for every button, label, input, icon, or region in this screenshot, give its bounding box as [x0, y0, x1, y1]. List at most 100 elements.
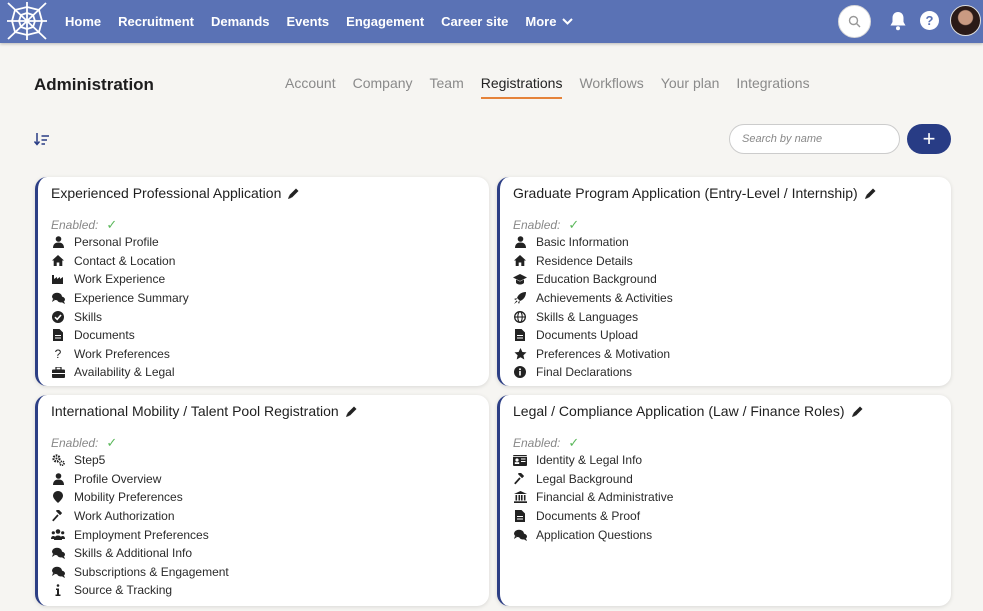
gavel-icon — [513, 472, 527, 486]
pencil-icon[interactable] — [851, 405, 864, 418]
file-icon — [513, 509, 527, 523]
globe-icon — [513, 310, 527, 324]
search-icon — [848, 15, 861, 28]
list-item: Achievements & Activities — [513, 289, 951, 308]
tab-company[interactable]: Company — [353, 75, 413, 99]
card-title: Experienced Professional Application — [51, 185, 489, 201]
home-icon — [513, 254, 527, 268]
file-icon — [513, 328, 527, 342]
list-item: Residence Details — [513, 252, 951, 271]
search-input[interactable] — [729, 124, 900, 154]
avatar[interactable] — [950, 5, 981, 36]
registration-card: Legal / Compliance Application (Law / Fi… — [497, 395, 951, 606]
list-item: Documents — [51, 326, 489, 345]
enabled-status: Enabled: ✓ — [513, 435, 580, 450]
card-title: Graduate Program Application (Entry-Leve… — [513, 185, 951, 201]
tab-registrations[interactable]: Registrations — [480, 75, 563, 99]
nav-home[interactable]: Home — [65, 14, 101, 29]
gavel-icon — [51, 509, 65, 523]
list-item: Documents & Proof — [513, 507, 951, 526]
info-circle-icon — [513, 365, 527, 379]
tab-account[interactable]: Account — [285, 75, 336, 99]
tab-integrations[interactable]: Integrations — [736, 75, 809, 99]
add-registration-button[interactable]: + — [907, 124, 951, 154]
user-icon — [51, 235, 65, 249]
comments-icon — [513, 528, 527, 542]
global-search-button[interactable] — [838, 5, 871, 38]
nav-recruitment[interactable]: Recruitment — [118, 14, 194, 29]
list-item: Work Authorization — [51, 507, 489, 526]
comments-icon — [51, 565, 65, 579]
comments-icon — [51, 546, 65, 560]
list-item: Employment Preferences — [51, 525, 489, 544]
list-item: Application Questions — [513, 525, 951, 544]
nav-events[interactable]: Events — [287, 14, 330, 29]
page-title: Administration — [34, 75, 154, 94]
list-item: Legal Background — [513, 470, 951, 489]
list-item: ? Work Preferences — [51, 345, 489, 364]
nav-career-site[interactable]: Career site — [441, 14, 508, 29]
check-circle-icon — [51, 310, 65, 324]
tab-your-plan[interactable]: Your plan — [661, 75, 720, 99]
list-item: Experience Summary — [51, 289, 489, 308]
top-navbar: Home Recruitment Demands Events Engageme… — [0, 0, 983, 43]
list-item: Preferences & Motivation — [513, 345, 951, 364]
list-item: Skills — [51, 307, 489, 326]
nav-more[interactable]: More — [525, 14, 574, 29]
bank-icon — [513, 490, 527, 504]
registration-card: International Mobility / Talent Pool Reg… — [35, 395, 489, 606]
sort-icon[interactable] — [34, 132, 50, 146]
map-marker-icon — [51, 490, 65, 504]
list-item: Contact & Location — [51, 252, 489, 271]
check-icon: ✓ — [106, 217, 118, 232]
help-icon[interactable]: ? — [920, 11, 939, 30]
briefcase-icon — [51, 365, 65, 379]
spiderweb-logo-icon[interactable] — [6, 1, 48, 41]
comments-icon — [51, 291, 65, 305]
list-item: Source & Tracking — [51, 581, 489, 600]
user-icon — [513, 235, 527, 249]
list-item: Final Declarations — [513, 363, 951, 382]
list-item: Financial & Administrative — [513, 488, 951, 507]
tab-workflows[interactable]: Workflows — [579, 75, 643, 99]
user-icon — [51, 472, 65, 486]
graduation-cap-icon — [513, 272, 527, 286]
list-item: Availability & Legal — [51, 363, 489, 382]
chevron-down-icon — [562, 18, 574, 25]
list-item: Basic Information — [513, 233, 951, 252]
list-item: Identity & Legal Info — [513, 451, 951, 470]
industry-icon — [51, 272, 65, 286]
bell-icon[interactable] — [889, 11, 907, 31]
card-title: International Mobility / Talent Pool Reg… — [51, 403, 489, 419]
pencil-icon[interactable] — [287, 187, 300, 200]
star-icon — [513, 347, 527, 361]
pencil-icon[interactable] — [864, 187, 877, 200]
list-item: Profile Overview — [51, 470, 489, 489]
admin-tabs: Account Company Team Registrations Workf… — [285, 75, 827, 99]
cogs-icon — [51, 453, 65, 467]
info-icon — [51, 583, 65, 597]
pencil-icon[interactable] — [345, 405, 358, 418]
list-item: Work Experience — [51, 270, 489, 289]
enabled-status: Enabled: ✓ — [513, 217, 580, 232]
users-icon — [51, 528, 65, 542]
tab-team[interactable]: Team — [430, 75, 464, 99]
list-item: Mobility Preferences — [51, 488, 489, 507]
home-icon — [51, 254, 65, 268]
registration-card: Graduate Program Application (Entry-Leve… — [497, 177, 951, 386]
nav-demands[interactable]: Demands — [211, 14, 270, 29]
check-icon: ✓ — [106, 435, 118, 450]
check-icon: ✓ — [568, 217, 580, 232]
nav-engagement[interactable]: Engagement — [346, 14, 424, 29]
question-icon: ? — [54, 346, 62, 361]
list-item: Subscriptions & Engagement — [51, 563, 489, 582]
rocket-icon — [513, 291, 527, 305]
list-item: Education Background — [513, 270, 951, 289]
check-icon: ✓ — [568, 435, 580, 450]
main-nav: Home Recruitment Demands Events Engageme… — [65, 0, 590, 43]
list-item: Step5 — [51, 451, 489, 470]
card-title: Legal / Compliance Application (Law / Fi… — [513, 403, 951, 419]
list-item: Skills & Additional Info — [51, 544, 489, 563]
list-item: Documents Upload — [513, 326, 951, 345]
list-item: Skills & Languages — [513, 307, 951, 326]
